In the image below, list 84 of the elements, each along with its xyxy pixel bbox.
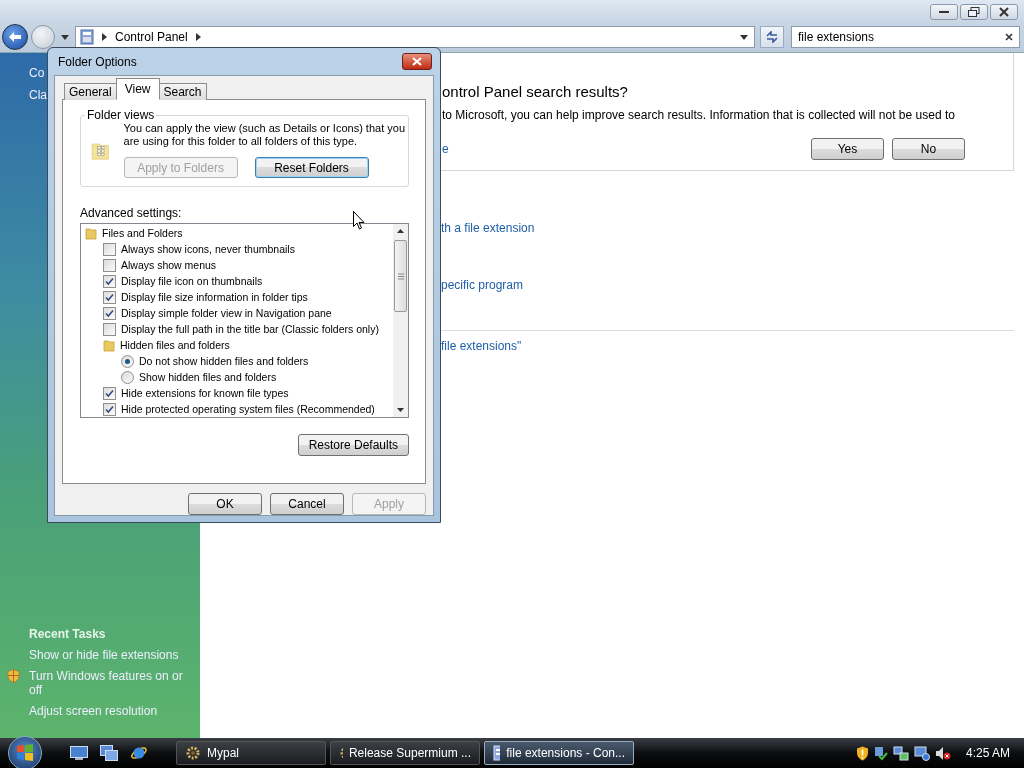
check-icon[interactable] bbox=[873, 745, 888, 761]
checkbox[interactable] bbox=[103, 322, 116, 336]
shield-icon[interactable] bbox=[855, 745, 869, 761]
radio-label: Show hidden files and folders bbox=[139, 371, 277, 383]
answer-button[interactable]: Yes bbox=[811, 138, 884, 160]
checkbox[interactable] bbox=[103, 274, 116, 288]
restore-icon bbox=[968, 7, 980, 17]
maximize-button[interactable] bbox=[960, 4, 988, 20]
checkbox[interactable] bbox=[103, 306, 116, 320]
field-label: Advanced settings: bbox=[80, 206, 182, 220]
minimize-icon bbox=[939, 10, 949, 14]
checkbox-label: Hide extensions for known file types bbox=[121, 387, 289, 399]
panel-text: to Microsoft, you can help improve search results. Information that is collected will not be used to bbox=[442, 108, 956, 122]
desktop-icon[interactable] bbox=[70, 746, 88, 760]
taskbar-button[interactable]: Release Supermium ... bbox=[330, 741, 480, 765]
scrollbar[interactable] bbox=[393, 224, 408, 417]
checkbox[interactable] bbox=[103, 290, 116, 304]
tab[interactable]: General bbox=[64, 83, 117, 100]
network-icon[interactable] bbox=[892, 745, 909, 761]
answer-button[interactable]: No bbox=[892, 138, 965, 160]
close-icon bbox=[412, 57, 422, 66]
folder-button[interactable]: Reset Folders bbox=[254, 157, 369, 178]
radio-button[interactable] bbox=[121, 354, 134, 368]
dialog-button[interactable]: OK bbox=[188, 493, 262, 515]
checkbox-label: Display file size information in folder tips bbox=[121, 291, 308, 303]
dialog-button[interactable]: Cancel bbox=[270, 493, 344, 515]
dropdown-arrow-icon[interactable] bbox=[740, 34, 748, 40]
checkbox-label: Display file icon on thumbnails bbox=[121, 275, 263, 287]
start-button[interactable] bbox=[8, 736, 42, 768]
folder-icon bbox=[85, 226, 97, 240]
close-button[interactable] bbox=[402, 53, 432, 70]
section-title: Recent Tasks bbox=[29, 627, 107, 641]
checkbox[interactable] bbox=[103, 258, 116, 272]
checkbox-label: Always show menus bbox=[121, 259, 217, 271]
result-link[interactable]: th a file extension bbox=[441, 221, 1014, 235]
dropdown-arrow-icon[interactable] bbox=[61, 34, 69, 40]
restore-defaults-button[interactable]: Restore Defaults bbox=[297, 434, 409, 456]
clock: 4:25 AM bbox=[965, 746, 1010, 760]
description-text: You can apply the view (such as Details or Icons) that you are using for this folder to all folders of this type. bbox=[123, 122, 406, 148]
chevron-icon bbox=[195, 33, 201, 41]
refresh-icon bbox=[765, 31, 779, 43]
scroll-up-icon[interactable] bbox=[397, 229, 404, 233]
result-link[interactable]: pecific program bbox=[441, 278, 1014, 292]
checkbox-label: Always show icons, never thumbnails bbox=[121, 243, 295, 255]
browser-icon[interactable] bbox=[130, 744, 148, 762]
search-field[interactable]: file extensions bbox=[791, 26, 1020, 48]
checkbox[interactable] bbox=[103, 386, 116, 400]
clear-icon[interactable] bbox=[1005, 33, 1013, 41]
address-bar[interactable]: Control Panel bbox=[75, 26, 755, 48]
refresh-button[interactable] bbox=[760, 26, 784, 48]
checkbox-label: Display the full path in the title bar (Classic folders only) bbox=[121, 323, 379, 335]
document-icon bbox=[493, 745, 501, 761]
tree-item[interactable]: Hidden files and folders bbox=[120, 339, 230, 351]
tab[interactable]: View bbox=[115, 78, 160, 100]
grip-icon bbox=[397, 272, 404, 280]
taskbar-button[interactable]: Mypal bbox=[176, 741, 326, 765]
checkbox[interactable] bbox=[103, 242, 116, 256]
dialog-title: Folder Options bbox=[58, 54, 137, 69]
checkbox-label: Hide protected operating system files (Recommended) bbox=[121, 403, 375, 415]
chevron-icon bbox=[102, 33, 107, 41]
windows-icon[interactable] bbox=[100, 745, 118, 761]
close-button[interactable] bbox=[990, 4, 1018, 20]
panel-link[interactable]: e bbox=[442, 142, 449, 156]
address-crumb[interactable]: Control Panel bbox=[115, 30, 188, 44]
group-title: Folder views bbox=[86, 108, 156, 122]
search-link[interactable]: file extensions" bbox=[441, 339, 1014, 353]
tree-item[interactable]: Files and Folders bbox=[102, 227, 183, 239]
tab[interactable]: Search bbox=[158, 83, 207, 100]
monitor-icon[interactable] bbox=[913, 745, 930, 761]
scroll-down-icon[interactable] bbox=[397, 408, 404, 412]
windows-logo-icon bbox=[15, 743, 35, 763]
radio-button[interactable] bbox=[121, 370, 134, 384]
arrow-left-icon bbox=[8, 31, 22, 43]
minimize-button[interactable] bbox=[930, 4, 958, 20]
checkbox[interactable] bbox=[103, 402, 116, 416]
taskbar-button[interactable]: file extensions - Con... bbox=[484, 741, 634, 765]
pointer-icon bbox=[353, 211, 365, 230]
back-button[interactable] bbox=[2, 24, 28, 50]
folder-icon bbox=[103, 338, 115, 352]
muted-speaker-icon[interactable] bbox=[934, 745, 951, 761]
close-icon bbox=[999, 7, 1009, 17]
panel-title: ontrol Panel search results? bbox=[442, 83, 629, 100]
radio-label: Do not show hidden files and folders bbox=[139, 355, 309, 367]
checkbox-label: Display simple folder view in Navigation pane bbox=[121, 307, 332, 319]
